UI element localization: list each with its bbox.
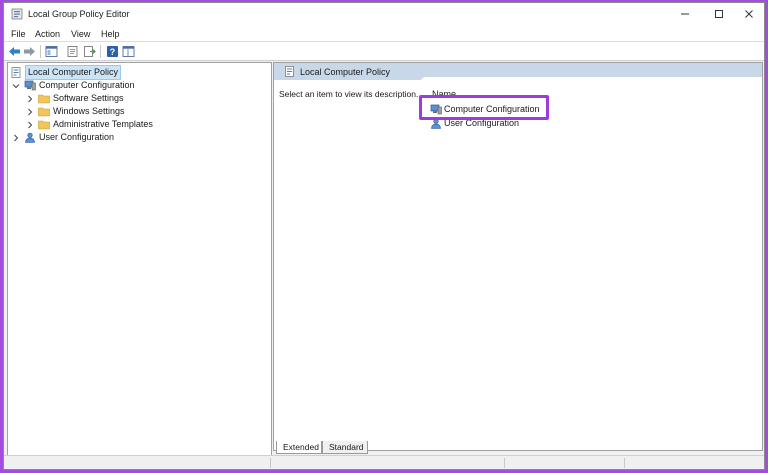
chevron-down-icon[interactable] <box>12 82 20 90</box>
folder-icon <box>38 107 50 117</box>
tree-node-computer-configuration[interactable]: Computer Configuration <box>12 79 135 92</box>
title-bar: Local Group Policy Editor <box>4 3 764 25</box>
policy-document-icon <box>11 67 21 78</box>
details-pane: Local Computer Policy Select an item to … <box>273 62 763 451</box>
computer-icon <box>24 80 36 91</box>
menu-help[interactable]: Help <box>101 29 120 39</box>
status-bar-divider <box>624 458 625 468</box>
tree-node-administrative-templates[interactable]: Administrative Templates <box>26 118 153 131</box>
tab-standard[interactable]: Standard <box>322 441 368 454</box>
tree-pane[interactable]: Local Computer Policy Computer Configura… <box>7 62 272 457</box>
tree-node-software-settings[interactable]: Software Settings <box>26 92 124 105</box>
details-list: Name Computer Configuration User Configu… <box>420 77 762 447</box>
chevron-right-icon[interactable] <box>26 121 34 129</box>
menu-action[interactable]: Action <box>35 29 60 39</box>
menu-view[interactable]: View <box>71 29 90 39</box>
status-bar-divider <box>270 458 271 468</box>
help-icon[interactable]: ? <box>106 45 119 58</box>
highlight-annotation <box>419 95 549 120</box>
tree-node-label: Software Settings <box>53 93 124 103</box>
tree-node-label: Administrative Templates <box>53 119 153 129</box>
details-header-title: Local Computer Policy <box>300 67 391 77</box>
toolbar-separator <box>100 45 101 58</box>
show-hide-tree-icon[interactable] <box>45 45 58 58</box>
forward-arrow-icon[interactable] <box>23 45 36 58</box>
tree-node-label: Local Computer Policy <box>25 65 122 80</box>
tab-extended[interactable]: Extended <box>276 441 322 454</box>
folder-icon <box>38 94 50 104</box>
toolbar: ? <box>4 42 764 61</box>
description-text: Select an item to view its description. <box>279 89 419 99</box>
tree-node-label: Windows Settings <box>53 106 125 116</box>
properties-icon[interactable] <box>66 45 79 58</box>
status-bar-divider <box>504 458 505 468</box>
export-list-icon[interactable] <box>83 45 96 58</box>
tree-node-local-computer-policy[interactable]: Local Computer Policy <box>10 65 122 80</box>
chevron-right-icon[interactable] <box>26 108 34 116</box>
status-bar <box>4 455 764 469</box>
main-window: Local Group Policy Editor File Action Vi… <box>3 2 765 470</box>
close-button[interactable] <box>732 3 766 25</box>
tree-node-windows-settings[interactable]: Windows Settings <box>26 105 125 118</box>
back-arrow-icon[interactable] <box>8 45 21 58</box>
svg-text:?: ? <box>110 47 116 57</box>
user-icon <box>25 132 35 143</box>
chevron-right-icon[interactable] <box>26 95 34 103</box>
maximize-icon <box>715 10 723 18</box>
folder-icon <box>38 120 50 130</box>
menu-file[interactable]: File <box>11 29 26 39</box>
minimize-icon <box>681 13 689 15</box>
tree-node-label: Computer Configuration <box>39 80 135 90</box>
tree-node-label: User Configuration <box>39 132 115 142</box>
toolbar-separator <box>40 45 41 58</box>
window-title: Local Group Policy Editor <box>28 9 130 19</box>
chevron-right-icon[interactable] <box>12 134 20 142</box>
minimize-button[interactable] <box>668 3 702 25</box>
tree-node-user-configuration[interactable]: User Configuration <box>12 131 114 144</box>
menu-bar: File Action View Help <box>4 25 764 42</box>
maximize-button[interactable] <box>702 3 736 25</box>
details-view-icon[interactable] <box>122 45 135 58</box>
policy-editor-icon <box>11 8 23 20</box>
policy-document-icon <box>285 66 294 77</box>
close-icon <box>745 10 753 18</box>
